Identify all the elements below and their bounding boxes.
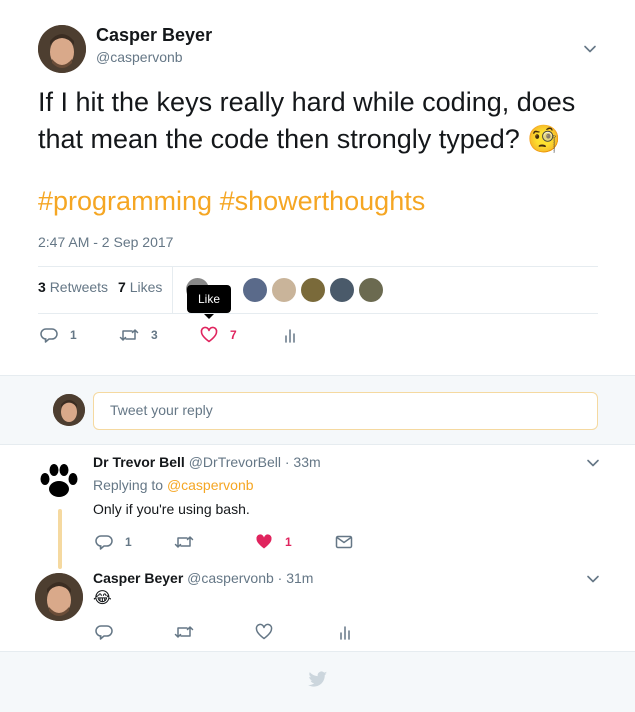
like-button[interactable]: 7 bbox=[200, 326, 237, 344]
reply-button[interactable]: 1 bbox=[40, 326, 77, 344]
chevron-down-icon[interactable] bbox=[586, 572, 600, 591]
analytics-button[interactable] bbox=[281, 326, 299, 344]
avatar-image bbox=[35, 573, 83, 621]
divider bbox=[38, 313, 598, 314]
liker-avatar[interactable] bbox=[359, 278, 383, 302]
liker-avatar[interactable] bbox=[301, 278, 325, 302]
reply-author-handle[interactable]: @DrTrevorBell bbox=[189, 454, 281, 470]
retweets-label: Retweets bbox=[49, 279, 109, 295]
reply-author-handle[interactable]: @caspervonb bbox=[187, 570, 274, 586]
tooltip-text: Like bbox=[197, 292, 220, 306]
reply-text: Only if you're using bash. bbox=[93, 501, 250, 517]
retweet-icon bbox=[174, 626, 194, 638]
reply-time[interactable]: · 31m bbox=[278, 570, 314, 586]
reply-count: 1 bbox=[125, 535, 132, 549]
thread-line bbox=[58, 509, 62, 569]
likes-count: 7 bbox=[118, 279, 126, 295]
retweets-count: 3 bbox=[38, 279, 46, 295]
reply-time[interactable]: · 33m bbox=[285, 454, 321, 470]
author-name[interactable]: Casper Beyer bbox=[96, 25, 212, 46]
reply-button[interactable]: 1 bbox=[95, 533, 132, 551]
message-button[interactable] bbox=[335, 533, 353, 551]
likes-stat[interactable]: 7 Likes bbox=[118, 279, 162, 295]
analytics-icon bbox=[340, 626, 350, 640]
reply-button[interactable] bbox=[95, 623, 113, 641]
divider bbox=[38, 266, 598, 267]
analytics-button[interactable] bbox=[336, 623, 354, 641]
reply-text: 😂 bbox=[93, 590, 112, 607]
like-tooltip: Like bbox=[187, 285, 231, 313]
stats-divider bbox=[172, 267, 173, 313]
tweet-text: If I hit the keys really hard while codi… bbox=[38, 84, 603, 158]
replying-to-link[interactable]: @caspervonb bbox=[167, 477, 254, 493]
author-avatar[interactable] bbox=[38, 25, 86, 73]
heart-icon bbox=[200, 326, 218, 343]
retweet-button[interactable]: 3 bbox=[119, 326, 158, 344]
avatar-image bbox=[38, 25, 86, 73]
chevron-down-icon[interactable] bbox=[586, 456, 600, 475]
analytics-icon bbox=[285, 329, 295, 343]
composer-avatar bbox=[53, 394, 85, 426]
footer bbox=[0, 651, 635, 712]
reply-avatar[interactable] bbox=[35, 573, 83, 621]
like-button[interactable]: 1 bbox=[255, 533, 292, 551]
retweet-count: 3 bbox=[151, 328, 158, 342]
chevron-down-icon[interactable] bbox=[583, 42, 597, 61]
replying-prefix: Replying to bbox=[93, 477, 164, 493]
reply-count: 1 bbox=[70, 328, 77, 342]
reply-header: Casper Beyer @caspervonb · 31m bbox=[93, 570, 313, 586]
tweet-body: If I hit the keys really hard while codi… bbox=[38, 87, 576, 154]
reply-author-name[interactable]: Dr Trevor Bell bbox=[93, 454, 185, 470]
liker-avatar[interactable] bbox=[330, 278, 354, 302]
author-handle[interactable]: @caspervonb bbox=[96, 49, 183, 65]
envelope-icon bbox=[335, 535, 353, 549]
face-with-monocle-emoji: 🧐 bbox=[527, 124, 561, 154]
like-count: 7 bbox=[230, 328, 237, 342]
reply-author-name[interactable]: Casper Beyer bbox=[93, 570, 183, 586]
retweet-button[interactable] bbox=[174, 533, 194, 551]
tweet-timestamp[interactable]: 2:47 AM - 2 Sep 2017 bbox=[38, 234, 173, 250]
reply-avatar[interactable] bbox=[35, 457, 83, 505]
retweet-icon bbox=[174, 536, 194, 548]
reply-placeholder: Tweet your reply bbox=[110, 402, 213, 418]
reply-input[interactable]: Tweet your reply bbox=[93, 392, 598, 430]
heart-filled-icon bbox=[256, 534, 272, 549]
twitter-bird-icon bbox=[308, 671, 328, 693]
reply-header: Dr Trevor Bell @DrTrevorBell · 33m bbox=[93, 454, 321, 470]
reply-composer: Tweet your reply bbox=[0, 375, 635, 445]
like-count: 1 bbox=[285, 535, 292, 549]
liker-avatar[interactable] bbox=[272, 278, 296, 302]
retweet-button[interactable] bbox=[174, 623, 194, 641]
heart-icon bbox=[255, 623, 273, 640]
retweet-icon bbox=[119, 329, 139, 341]
paw-icon bbox=[40, 464, 78, 497]
tweet-hashtags[interactable]: #programming #showerthoughts bbox=[38, 186, 425, 217]
like-button[interactable] bbox=[255, 623, 273, 641]
reply-icon bbox=[95, 535, 113, 550]
liker-avatar[interactable] bbox=[243, 278, 267, 302]
reply-icon bbox=[95, 625, 113, 640]
replying-to: Replying to @caspervonb bbox=[93, 477, 254, 493]
retweets-stat[interactable]: 3 Retweets bbox=[38, 279, 108, 295]
likes-label: Likes bbox=[129, 279, 163, 295]
reply-icon bbox=[40, 328, 58, 343]
